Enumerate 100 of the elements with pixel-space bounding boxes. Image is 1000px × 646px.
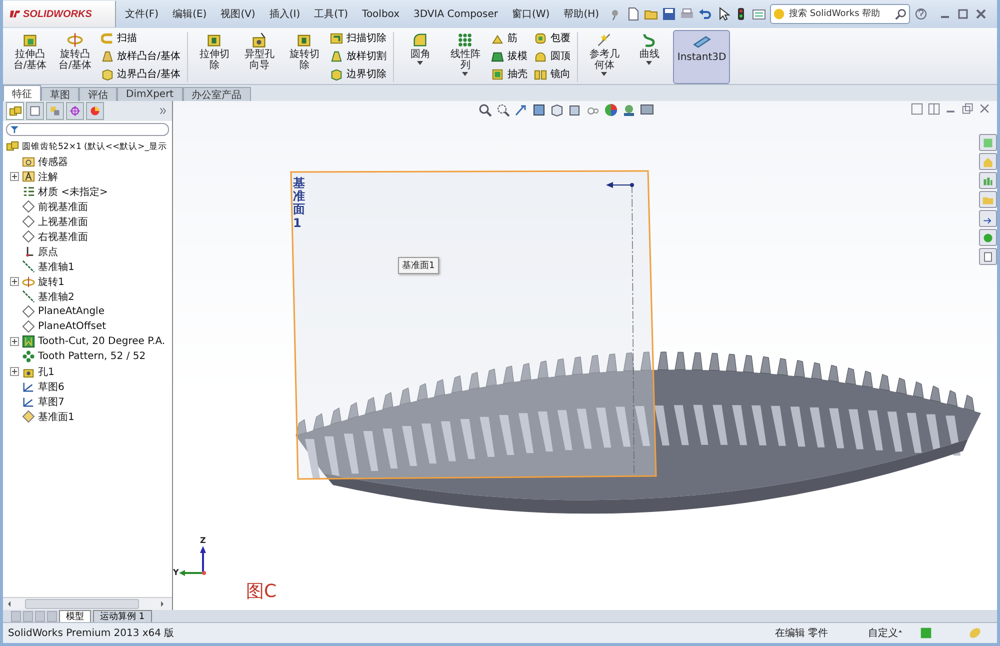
close-icon[interactable] <box>979 103 991 115</box>
ribbon-toggle[interactable]: Instant3D <box>673 30 730 84</box>
command-tab[interactable]: 评估 <box>79 87 117 101</box>
help-icon[interactable] <box>920 627 932 639</box>
split-icon[interactable] <box>928 103 940 115</box>
tree-root-label[interactable]: 圆锥齿轮52×1 (默认<<默认>_显示 <box>22 140 167 152</box>
ribbon-command[interactable]: 拔模 <box>489 49 530 63</box>
ribbon-command[interactable]: 边界凸台/基体 <box>99 67 182 81</box>
save-icon[interactable] <box>662 7 676 21</box>
close-icon[interactable] <box>974 7 988 21</box>
ribbon-command[interactable]: 圆角 <box>399 30 442 84</box>
tree-item[interactable]: 草图6 <box>38 380 64 394</box>
tree-item[interactable]: 基准轴1 <box>38 260 74 274</box>
ribbon-command[interactable]: 镜向 <box>532 67 572 81</box>
dimxpert-tab[interactable] <box>66 102 84 120</box>
expand-toggle[interactable] <box>10 277 19 286</box>
expand-toggle[interactable] <box>10 172 19 181</box>
menu-item[interactable]: 3DVIA Composer <box>408 8 504 20</box>
tile-icon[interactable] <box>911 103 923 115</box>
search-field[interactable]: 搜索 SolidWorks 帮助 <box>770 4 910 24</box>
tree-item[interactable]: 材质 <未指定> <box>38 184 108 198</box>
maximize-icon[interactable] <box>956 7 970 21</box>
task-pane-tab[interactable] <box>979 248 997 265</box>
tree-item[interactable]: PlaneAtAngle <box>38 306 104 317</box>
ribbon-command[interactable]: 参考几何体 <box>583 30 626 84</box>
undo-icon[interactable] <box>698 7 712 21</box>
command-tab[interactable]: 办公室产品 <box>182 87 251 101</box>
menu-item[interactable]: Toolbox <box>357 8 405 20</box>
menu-item[interactable]: 工具(T) <box>309 7 354 21</box>
command-tab[interactable]: DimXpert <box>117 87 183 101</box>
scene-icon[interactable] <box>622 103 636 117</box>
ribbon-command[interactable]: 边界切除 <box>328 67 388 81</box>
ribbon-command[interactable]: 拉伸切除 <box>193 30 236 84</box>
caret-icon[interactable] <box>645 61 654 66</box>
color-sphere-icon[interactable] <box>604 103 618 117</box>
ribbon-command[interactable]: 抽壳 <box>489 67 530 81</box>
configuration-tab[interactable] <box>46 102 64 120</box>
tree-item[interactable]: 上视基准面 <box>38 214 88 228</box>
tree-item[interactable]: 传感器 <box>38 154 68 168</box>
tree-item[interactable]: 基准轴2 <box>38 290 74 304</box>
previous-view-icon[interactable] <box>514 103 528 117</box>
help-icon[interactable] <box>914 7 928 21</box>
task-pane-tab[interactable] <box>979 210 997 227</box>
menu-item[interactable]: 窗口(W) <box>507 7 555 21</box>
plane-outline[interactable] <box>290 170 657 480</box>
ribbon-command[interactable]: 旋转切除 <box>283 30 326 84</box>
command-tab[interactable]: 特征 <box>3 85 41 101</box>
menu-item[interactable]: 插入(I) <box>264 7 306 21</box>
menu-item[interactable]: 帮助(H) <box>558 7 604 21</box>
ribbon-command[interactable]: 拉伸凸台/基体 <box>9 30 51 84</box>
box-icon[interactable] <box>568 103 582 117</box>
ribbon-command[interactable]: 线性阵列 <box>444 30 486 84</box>
ribbon-command[interactable]: 放样切割 <box>328 49 388 63</box>
bottom-tab[interactable]: 运动算例 1 <box>93 610 152 622</box>
tree-item[interactable]: 注解 <box>38 170 58 184</box>
tree-item[interactable]: PlaneAtOffset <box>38 321 106 332</box>
monitor-icon[interactable] <box>640 103 654 117</box>
caret-icon[interactable] <box>461 72 470 77</box>
menu-item[interactable]: 文件(F) <box>120 7 164 21</box>
cube-icon[interactable] <box>550 103 564 117</box>
menu-item[interactable]: 视图(V) <box>216 7 260 21</box>
property-tab[interactable] <box>26 102 44 120</box>
zoom-area-icon[interactable] <box>496 103 510 117</box>
tree-item[interactable]: 孔1 <box>38 364 54 378</box>
ribbon-command[interactable]: 筋 <box>489 31 530 45</box>
tree-item[interactable]: 旋转1 <box>38 274 64 288</box>
section-view-icon[interactable] <box>532 103 546 117</box>
caret-icon[interactable] <box>600 72 608 77</box>
bottom-tab[interactable]: 模型 <box>59 610 91 622</box>
tree-item[interactable]: 草图7 <box>38 394 64 408</box>
options-icon[interactable] <box>752 7 766 21</box>
tree-item[interactable]: 基准面1 <box>38 410 74 424</box>
command-tab[interactable]: 草图 <box>41 87 79 101</box>
ribbon-command[interactable]: 异型孔向导 <box>238 30 280 84</box>
zoom-fit-icon[interactable] <box>478 103 492 117</box>
units-selector[interactable]: 自定义 <box>868 626 898 640</box>
ribbon-command[interactable]: 扫描切除 <box>328 31 388 45</box>
expand-toggle[interactable] <box>10 337 19 346</box>
ribbon-command[interactable]: 旋转凸台/基体 <box>54 30 96 84</box>
ribbon-command[interactable]: 曲线 <box>628 30 670 84</box>
ribbon-command[interactable]: 包覆 <box>532 31 572 45</box>
restore-icon[interactable] <box>962 103 974 115</box>
tree-item[interactable]: Tooth Pattern, 52 / 52 <box>38 351 146 362</box>
expand-toggle[interactable] <box>10 367 19 376</box>
search-icon[interactable] <box>895 8 908 20</box>
tree-item[interactable]: 右视基准面 <box>38 230 88 244</box>
display-tab[interactable] <box>86 102 104 120</box>
caret-icon[interactable] <box>416 61 424 66</box>
app-logo[interactable]: SOLIDWORKS <box>3 1 116 27</box>
new-document-icon[interactable] <box>626 7 640 21</box>
filter-field[interactable] <box>6 123 169 136</box>
ribbon-command[interactable]: 扫描 <box>99 31 182 45</box>
print-icon[interactable] <box>680 7 694 21</box>
menu-item[interactable]: 编辑(E) <box>168 7 212 21</box>
feature-tree-tab[interactable] <box>6 102 24 120</box>
tree-item[interactable]: Tooth-Cut, 20 Degree P.A. <box>38 336 166 347</box>
tree-item[interactable]: 原点 <box>38 244 58 258</box>
tree-item[interactable]: 前视基准面 <box>38 200 88 214</box>
ribbon-command[interactable]: 圆顶 <box>532 49 572 63</box>
horizontal-scrollbar[interactable] <box>3 597 172 610</box>
